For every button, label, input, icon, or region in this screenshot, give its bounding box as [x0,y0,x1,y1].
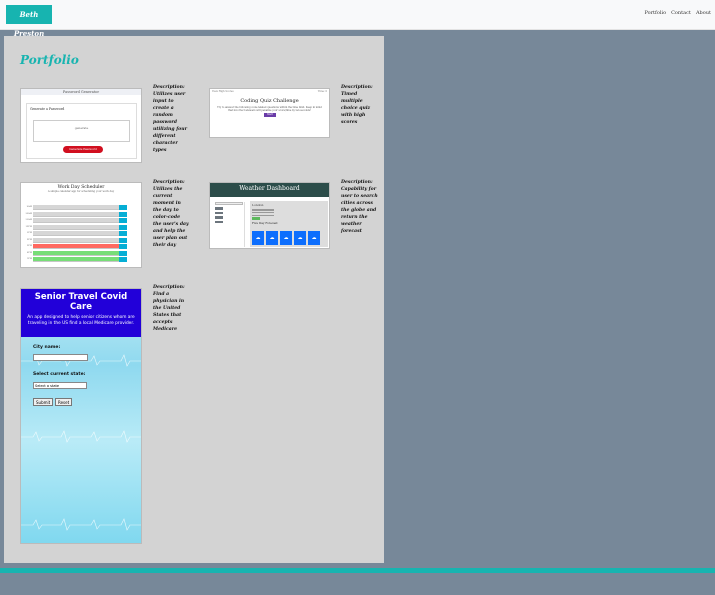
thumbnail-city-pill [215,220,223,223]
footer-bar [0,568,715,573]
thumbnail-forecast-title: Five Day Forecast [252,220,278,225]
thumbnail-time-block [33,224,119,230]
thumbnail-card-title: Generate a Password [30,107,65,111]
thumbnail-city-label: City name: [33,345,61,350]
project-thumbnail-work-day-scheduler[interactable]: Work Day Scheduler A simple calendar app… [20,182,142,268]
thumbnail-forecast-card: ☁ [280,231,292,245]
project-description-weather-dashboard: Description: Capability for user to sear… [341,180,378,234]
nav-link-portfolio[interactable]: Portfolio [644,10,666,16]
thumbnail-state-label: Select current state: [33,372,86,377]
thumbnail-forecast-card: ☁ [252,231,264,245]
thumbnail-time-block [33,231,119,236]
thumbnail-city-pill [215,216,223,219]
thumbnail-time-block [33,237,119,243]
thumbnail-save-button [119,250,127,256]
thumbnail-save-button [119,211,127,217]
thumbnail-hour-label: 10AM [25,211,32,215]
project-description-coding-quiz: Description: Timed multiple choice quiz … [341,85,373,125]
thumbnail-text-line [252,214,274,217]
thumbnail-save-button [119,237,127,243]
project-thumbnail-senior-travel-covid-care[interactable]: Senior Travel Covid Care An app designed… [20,288,142,544]
thumbnail-main: London Five Day Forecast ☁ ☁ ☁ ☁ ☁ [250,201,328,247]
thumbnail-hour-label: 4PM [26,250,32,254]
thumbnail-header: Password Generator [21,89,141,95]
thumbnail-header: Senior Travel Covid Care An app designed… [21,289,141,337]
thumbnail-reset-button: Reset [55,398,73,406]
thumbnail-time-block [33,257,119,262]
ekg-line-decoration [21,518,141,531]
thumbnail-start-button: Start [264,113,276,117]
thumbnail-search-box [215,202,243,205]
thumbnail-timer: Time: 0 [317,90,327,93]
thumbnail-title: Coding Quiz Challenge [240,98,299,104]
thumbnail-time-block [33,218,119,223]
thumbnail-topbar: View High Scores Time: 0 [210,89,329,94]
thumbnail-uv-badge [252,217,260,220]
thumbnail-hour-label: 5PM [26,257,32,260]
thumbnail-text-line [252,209,274,211]
project-description-work-day-scheduler: Description: Utilizes the current moment… [153,180,189,248]
thumbnail-text-line [252,211,274,214]
thumbnail-state-select: Select a state [33,382,87,389]
thumbnail-title: Senior Travel Covid Care [34,292,128,312]
thumbnail-time-block [33,205,119,210]
thumbnail-city-input [33,354,88,361]
nav-links: Portfolio Contact About [644,10,711,16]
thumbnail-time-block [33,211,119,217]
thumbnail-save-button [119,218,127,223]
thumbnail-city-pill [215,207,223,210]
thumbnail-password-field: generate [33,120,130,142]
thumbnail-city: London [252,203,264,207]
thumbnail-hour-label: 11AM [25,218,32,221]
thumbnail-subtitle: An app designed to help senior citizens … [27,315,135,326]
portfolio-title: Portfolio [20,53,79,67]
project-description-senior-travel-covid-care: Description: Find a physician in the Uni… [153,285,185,332]
thumbnail-forecast-card: ☁ [294,231,306,245]
brand-logo[interactable]: Beth Preston [6,5,52,38]
thumbnail-forecast-card: ☁ [308,231,320,245]
nav-link-contact[interactable]: Contact [671,10,691,16]
thumbnail-forecast-cards: ☁ ☁ ☁ ☁ ☁ [252,231,320,245]
thumbnail-sidebar [215,202,245,247]
thumbnail-save-button [119,231,127,236]
project-thumbnail-coding-quiz[interactable]: View High Scores Time: 0 Coding Quiz Cha… [209,88,330,138]
thumbnail-card: Generate a Password generate Generate Pa… [26,103,137,159]
thumbnail-hour-label: 1PM [26,231,32,234]
thumbnail-save-button [119,205,127,210]
thumbnail-city-pill [215,211,223,214]
project-description-password-generator: Description: Utilizes user input to crea… [153,85,188,153]
thumbnail-hour-label: 9AM [26,205,32,208]
thumbnail-hour-label: 12PM [25,224,33,228]
project-thumbnail-password-generator[interactable]: Password Generator Generate a Password g… [20,88,142,163]
nav-link-about[interactable]: About [696,10,711,16]
portfolio-section: Portfolio Password Generator Generate a … [4,36,384,563]
thumbnail-save-button [119,224,127,230]
thumbnail-hour-label: 2PM [26,237,32,241]
thumbnail-time-block [33,244,119,249]
thumbnail-forecast-card: ☁ [266,231,278,245]
thumbnail-submit-button: Submit [33,398,54,406]
thumbnail-generate-button: Generate Password [63,146,103,153]
project-thumbnail-weather-dashboard[interactable]: Weather Dashboard London Five Day Foreca… [209,182,330,249]
navbar: Beth Preston Portfolio Contact About [0,0,715,38]
thumbnail-header: Weather Dashboard [210,183,329,197]
thumbnail-subtitle: A simple calendar app for scheduling you… [47,190,115,193]
ekg-line-decoration [21,430,141,443]
thumbnail-save-button [119,257,127,262]
thumbnail-highscores-link: View High Scores [212,90,234,93]
thumbnail-time-block [33,250,119,256]
thumbnail-hour-label: 3PM [26,244,32,247]
thumbnail-body: Try to answer the following code-related… [217,106,322,112]
thumbnail-save-button [119,244,127,249]
